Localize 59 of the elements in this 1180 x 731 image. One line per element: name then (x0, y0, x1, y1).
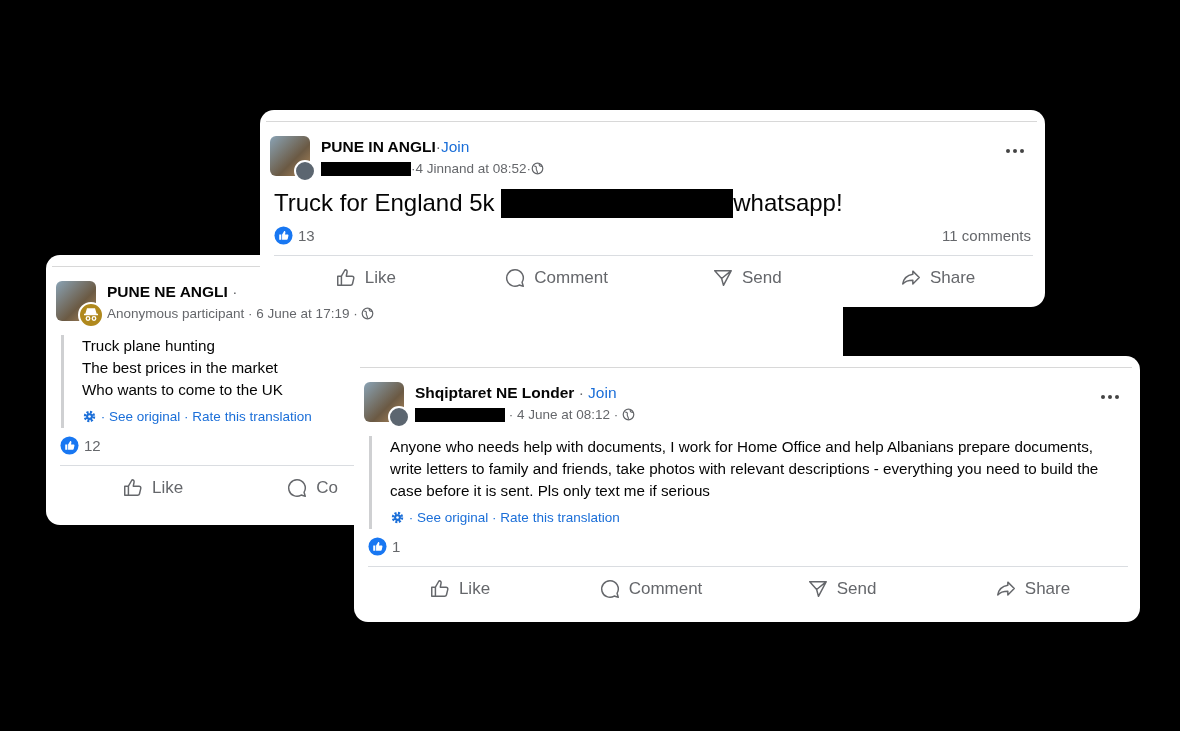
reaction-count[interactable]: 13 (298, 227, 315, 244)
translation-link[interactable]: See original (417, 510, 489, 525)
comment-button[interactable]: Comment (460, 256, 652, 300)
group-name[interactable]: PUNE NE ANGLI (107, 283, 228, 301)
paper-plane-icon (712, 267, 734, 289)
comment-button[interactable]: Comment (555, 567, 746, 611)
group-photo-placeholder (364, 382, 404, 422)
post-text: Anyone who needs help with documents, I work for Home Office and help Albanians prepare documents, write letters to family and friends, take photos with relevant descriptions - everything you need to build the case before it is sent. Pls only text me if serious (390, 437, 1100, 501)
post-meta: Anonymous participant · 6 June at 17:19 · (107, 306, 359, 321)
globe-icon (622, 408, 636, 421)
group-photo-placeholder (270, 136, 310, 176)
separator-dot: · (231, 283, 238, 301)
like-button[interactable]: Like (270, 256, 461, 300)
separator-dot: · (435, 138, 441, 156)
reaction-count[interactable]: 1 (392, 538, 401, 555)
share-button[interactable]: Share (842, 256, 1033, 300)
speech-bubble-icon (504, 267, 527, 289)
send-button[interactable]: Send (746, 567, 937, 611)
separator-dot: · (577, 384, 585, 402)
group-name[interactable]: PUNE IN ANGLI (321, 138, 436, 156)
post-text: The best prices in the market (82, 358, 278, 378)
join-link[interactable]: Join (588, 384, 617, 402)
speech-bubble-icon (598, 578, 621, 600)
translation-link[interactable]: See original (109, 409, 181, 424)
paper-plane-icon (806, 578, 829, 600)
thumbs-up-icon (122, 477, 144, 499)
gear-icon (82, 409, 97, 424)
thumbs-up-icon (334, 267, 357, 289)
more-options-icon[interactable] (1005, 148, 1025, 154)
post-text: Who wants to come to the UK (82, 380, 283, 400)
reaction-count[interactable]: 12 (84, 437, 101, 454)
like-button[interactable]: Like (122, 466, 184, 510)
like-button[interactable]: Like (364, 567, 555, 611)
like-reaction-icon[interactable] (274, 226, 293, 245)
like-reaction-icon[interactable] (60, 436, 79, 455)
send-button[interactable]: Send (651, 256, 843, 300)
gear-icon (390, 510, 405, 525)
like-reaction-icon[interactable] (368, 537, 387, 556)
post-meta: ·4 Jinnand at 08:52· (411, 161, 532, 176)
comment-count[interactable]: 11 comments (942, 227, 1031, 244)
separator-dot: · (99, 409, 107, 424)
speech-bubble-icon (286, 477, 309, 499)
join-link[interactable]: Join (441, 138, 470, 156)
thumbs-up-icon (428, 578, 451, 600)
globe-icon (531, 162, 545, 175)
globe-icon (361, 307, 375, 320)
translation-link[interactable]: Rate this translation (500, 510, 620, 525)
share-button[interactable]: Share (937, 567, 1128, 611)
group-name[interactable]: Shqiptaret NE Londer (415, 384, 575, 402)
separator-dot: · (407, 510, 415, 525)
comment-button[interactable]: Co (286, 466, 338, 510)
separator-dot: · (491, 510, 498, 525)
post-text: whatsapp! (733, 188, 843, 218)
translation-link[interactable]: Rate this translation (192, 409, 312, 424)
post-text: Truck plane hunting (82, 336, 215, 356)
post-text: Truck for England 5k (274, 188, 496, 218)
separator-dot: · (183, 409, 190, 424)
more-options-icon[interactable] (1100, 394, 1120, 400)
post-meta: · 4 June at 08:12 · (507, 407, 620, 422)
